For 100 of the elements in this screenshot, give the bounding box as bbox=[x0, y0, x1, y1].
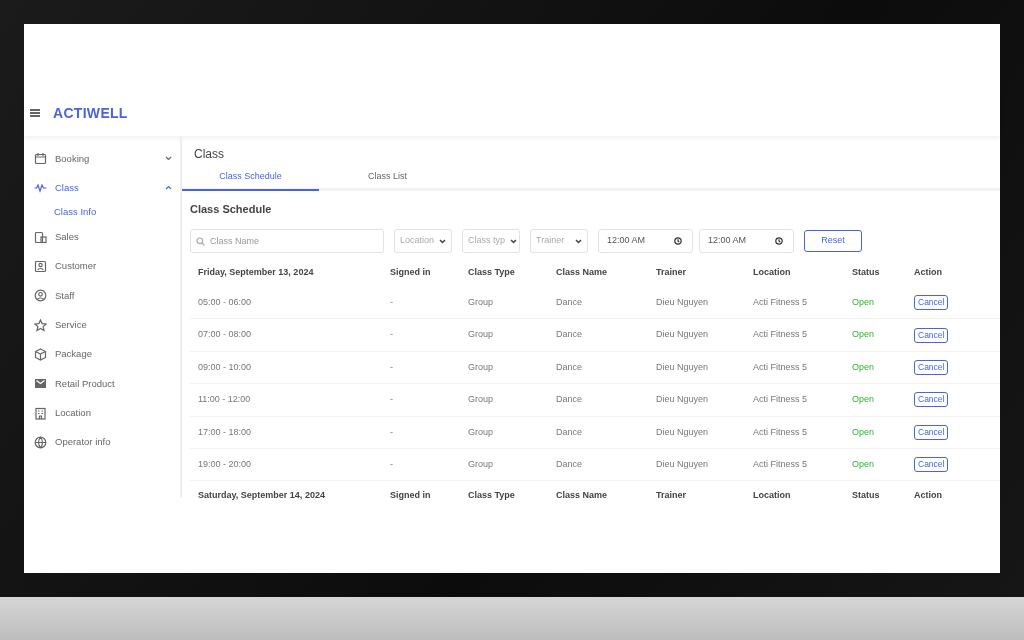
table-cell-text: Dieu Nguyen bbox=[656, 295, 709, 309]
envelope-icon bbox=[34, 377, 47, 391]
submenu-item[interactable]: Class Info bbox=[24, 202, 180, 223]
column-header: Trainer bbox=[656, 488, 687, 502]
sidebar-item[interactable]: Booking bbox=[24, 144, 180, 174]
star-icon bbox=[34, 318, 47, 332]
sidebar-item[interactable]: Class bbox=[24, 173, 180, 203]
sidebar-item[interactable]: Customer bbox=[24, 251, 180, 282]
table-cell-text: Dieu Nguyen bbox=[656, 360, 709, 374]
status-text: Open bbox=[852, 457, 875, 471]
status-text: Open bbox=[852, 393, 875, 407]
table-cell: Group bbox=[468, 393, 493, 407]
chevron-down-icon bbox=[510, 238, 517, 244]
building-icon bbox=[34, 406, 47, 420]
table-cell: 07:00 - 08:00 bbox=[198, 328, 252, 342]
table-cell: Dieu Nguyen bbox=[656, 328, 709, 342]
cancel-button[interactable]: Cancel bbox=[914, 359, 949, 375]
chevron-down-icon bbox=[575, 238, 582, 244]
contact-card-icon bbox=[34, 260, 47, 274]
chevron-up-icon bbox=[165, 185, 172, 191]
sidebar-item[interactable]: Service bbox=[24, 310, 180, 340]
status-text: Open bbox=[852, 425, 875, 439]
table-cell: - bbox=[390, 425, 393, 439]
sidebar-item[interactable]: Sales bbox=[24, 222, 180, 252]
table-cell: 17:00 - 18:00 bbox=[198, 425, 252, 439]
column-header: Action bbox=[914, 488, 943, 502]
table-cell: Acti Fitness 5 bbox=[753, 328, 808, 342]
time-field[interactable]: 12:00 AM bbox=[699, 229, 794, 253]
search-icon bbox=[196, 237, 205, 246]
clock-icon bbox=[775, 237, 783, 245]
date-heading: Saturday, September 14, 2024 bbox=[197, 488, 326, 502]
table-cell-text: Group bbox=[468, 360, 493, 374]
calendar-icon bbox=[34, 152, 47, 166]
column-header: Trainer bbox=[656, 266, 687, 280]
table-cell-text: - bbox=[390, 295, 393, 309]
table-cell-text: Dance bbox=[556, 457, 582, 471]
cancel-button[interactable]: Cancel bbox=[914, 392, 949, 408]
tab[interactable]: Class Schedule bbox=[182, 166, 319, 191]
column-header: Class Type bbox=[468, 488, 516, 502]
column-header: Signed in bbox=[390, 266, 432, 280]
sidebar-item[interactable]: Operator info bbox=[24, 427, 180, 457]
column-header: Class Name bbox=[556, 266, 609, 280]
table-cell: - bbox=[390, 393, 393, 407]
table-cell: Acti Fitness 5 bbox=[753, 393, 808, 407]
cancel-button[interactable]: Cancel bbox=[914, 424, 949, 440]
search-field[interactable]: Class Name bbox=[190, 229, 384, 253]
table-cell-text: Dance bbox=[556, 360, 582, 374]
table-cell-text: Group bbox=[468, 295, 493, 309]
table-cell: Dance bbox=[556, 393, 582, 407]
logo: ACTIWELL bbox=[53, 103, 128, 123]
sidebar-item[interactable]: Package bbox=[24, 339, 180, 370]
table-cell: Dance bbox=[556, 328, 582, 342]
box-icon bbox=[34, 347, 47, 361]
column-header: Class Type bbox=[468, 266, 516, 280]
tab[interactable]: Class List bbox=[319, 166, 456, 191]
column-header: Status bbox=[852, 488, 881, 502]
table-cell-text: Acti Fitness 5 bbox=[753, 457, 808, 471]
user-circle-icon bbox=[34, 289, 47, 303]
table-cell-text: Acti Fitness 5 bbox=[753, 360, 808, 374]
table-cell: Group bbox=[468, 328, 493, 342]
column-header: Signed in bbox=[390, 488, 432, 502]
table-cell-text: Dance bbox=[556, 295, 582, 309]
clock-icon bbox=[674, 237, 682, 245]
status-text: Open bbox=[852, 295, 875, 309]
table-cell-text: Acti Fitness 5 bbox=[753, 295, 808, 309]
column-header: Action bbox=[914, 266, 943, 280]
chevron-down-icon bbox=[165, 156, 172, 162]
table-cell-text: Group bbox=[468, 457, 493, 471]
sidebar-item[interactable]: Location bbox=[24, 398, 180, 428]
table-cell-text: 09:00 - 10:00 bbox=[198, 360, 252, 374]
table-cell-text: 19:00 - 20:00 bbox=[198, 457, 252, 471]
table-cell-text: Dieu Nguyen bbox=[656, 457, 709, 471]
chevron-down-icon bbox=[439, 238, 447, 244]
column-header: Class Name bbox=[556, 488, 609, 502]
sidebar-item[interactable]: Staff bbox=[24, 281, 180, 311]
pulse-icon bbox=[34, 181, 47, 195]
time-field[interactable]: 12:00 AM bbox=[598, 229, 693, 253]
globe-icon bbox=[34, 435, 47, 449]
status-text: Open bbox=[852, 328, 875, 342]
column-header: Location bbox=[753, 488, 792, 502]
table-cell: Group bbox=[468, 425, 493, 439]
menu-icon bbox=[29, 108, 41, 118]
cancel-button[interactable]: Cancel bbox=[914, 295, 949, 311]
reset-button[interactable]: Reset bbox=[804, 230, 862, 252]
sidebar-item[interactable]: Retail Product bbox=[24, 369, 180, 399]
column-header: Location bbox=[753, 266, 792, 280]
cancel-button[interactable]: Cancel bbox=[914, 327, 949, 343]
page-title: Class bbox=[193, 146, 225, 163]
status-text: Open bbox=[852, 360, 875, 374]
table-cell: Dieu Nguyen bbox=[656, 393, 709, 407]
table-cell: 11:00 - 12:00 bbox=[198, 393, 251, 407]
table-cell: Dieu Nguyen bbox=[656, 425, 709, 439]
table-cell: Acti Fitness 5 bbox=[753, 425, 808, 439]
cancel-button[interactable]: Cancel bbox=[914, 457, 949, 473]
receipt-icon bbox=[34, 230, 47, 244]
date-heading: Friday, September 13, 2024 bbox=[197, 266, 315, 280]
table-cell-text: 05:00 - 06:00 bbox=[198, 295, 252, 309]
table-cell: - bbox=[390, 328, 393, 342]
column-header: Status bbox=[852, 266, 881, 280]
section-title: Class Schedule bbox=[189, 201, 273, 217]
